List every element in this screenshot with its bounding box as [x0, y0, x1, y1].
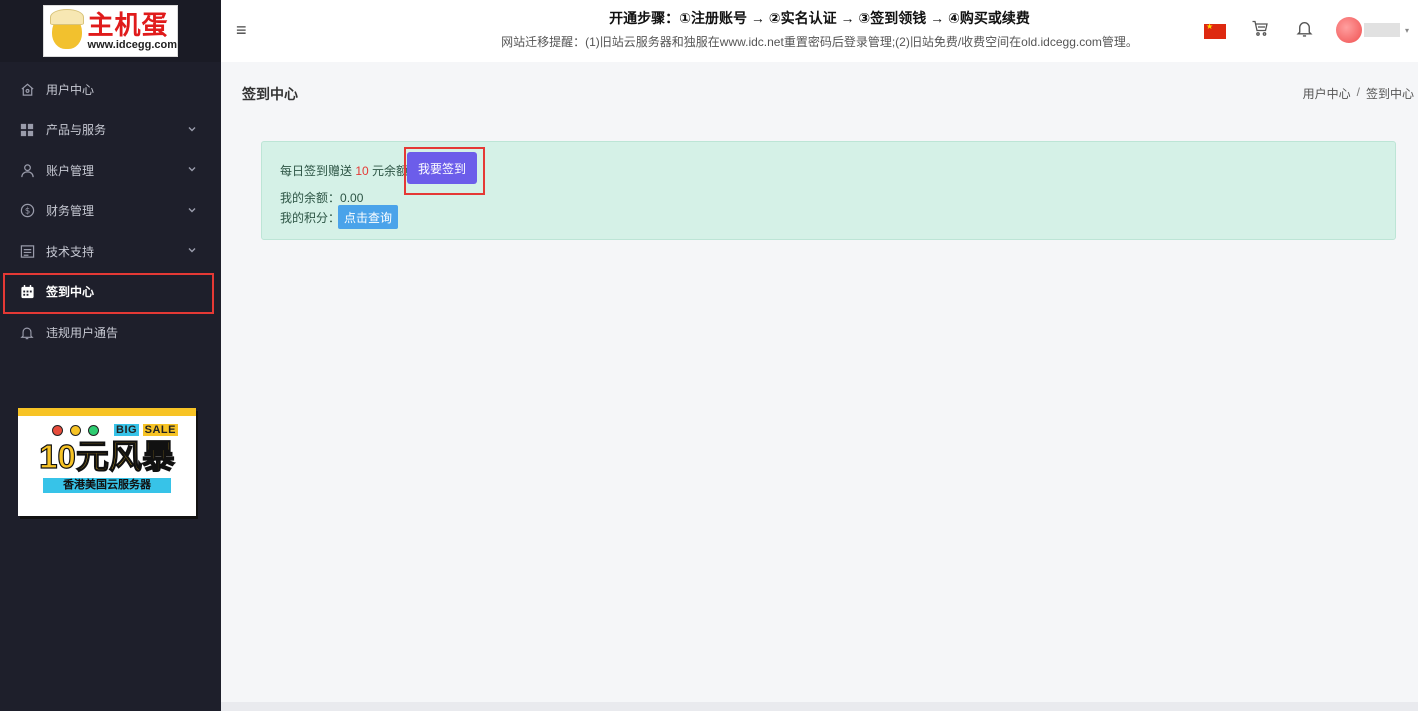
sidebar-item-violation-notice[interactable]: 违规用户通告: [0, 312, 221, 353]
sidebar-item-checkin-center[interactable]: 签到中心: [0, 272, 221, 313]
logo-brand-text: 主机蛋: [87, 9, 169, 40]
notice-title: 开通步骤：①注册账号 → ②实名认证 → ③签到领钱 → ④购买或续费: [609, 10, 1030, 26]
sidebar-item-label: 违规用户通告: [46, 325, 119, 340]
promo-banner[interactable]: BIG SALE 10元风暴 香港美国云服务器: [18, 408, 196, 516]
breadcrumb-separator: /: [1356, 85, 1360, 99]
checkin-button[interactable]: 我要签到: [407, 152, 477, 184]
maximize-dot-icon: [88, 424, 99, 436]
sidebar-item-label: 产品与服务: [46, 123, 107, 138]
big-sale-label: BIG SALE: [114, 424, 178, 436]
breadcrumb-item-user-center[interactable]: 用户中心: [1303, 85, 1351, 102]
sidebar-item-label: 财务管理: [46, 204, 95, 219]
sidebar-item-finance[interactable]: $ 财务管理: [0, 191, 221, 232]
chevron-down-icon: [187, 163, 197, 177]
sidebar-item-products[interactable]: 产品与服务: [0, 110, 221, 151]
points-label: 我的积分：: [280, 211, 341, 225]
bottom-bar: [221, 702, 1418, 711]
sidebar-item-account[interactable]: 账户管理: [0, 150, 221, 191]
close-dot-icon: [52, 424, 63, 436]
page-title: 签到中心: [242, 86, 298, 102]
daily-reward-amount: 10: [355, 164, 369, 178]
sidebar-item-label: 用户中心: [46, 82, 95, 97]
grid-icon: [19, 122, 35, 138]
breadcrumb-item-current: 签到中心: [1365, 87, 1414, 101]
chevron-down-icon: ▾: [1405, 25, 1410, 35]
home-icon: [19, 81, 35, 97]
logo-domain-text: www.idcegg.com: [87, 38, 177, 51]
main-content: 签到中心 用户中心 / 签到中心 每日签到赠送 10 元余额 我要签到 我的余额…: [221, 62, 1418, 702]
user-menu[interactable]: ▾: [1336, 17, 1409, 43]
promo-headline: 10元风暴: [39, 437, 176, 475]
support-icon: [19, 243, 35, 259]
calendar-icon: [19, 284, 35, 300]
query-points-button[interactable]: 点击查询: [338, 205, 398, 229]
balance-value: 0.00: [340, 191, 364, 205]
sidebar-item-label: 账户管理: [46, 163, 95, 178]
sidebar-item-support[interactable]: 技术支持: [0, 231, 221, 272]
cart-icon[interactable]: [1251, 19, 1269, 40]
top-header: ≡ 开通步骤：①注册账号 → ②实名认证 → ③签到领钱 → ④购买或续费 网站…: [221, 0, 1418, 62]
chevron-down-icon: [187, 204, 197, 218]
chevron-down-icon: [187, 123, 197, 137]
notice-subtitle: 网站迁移提醒：(1)旧站云服务器和独服在www.idc.net重置密码后登录管理…: [501, 35, 1138, 49]
china-flag-icon[interactable]: [1204, 22, 1226, 39]
checkin-panel: 每日签到赠送 10 元余额 我要签到 我的余额：0.00 我的积分： 点击查询: [261, 141, 1396, 240]
balance-label: 我的余额：: [280, 191, 341, 205]
daily-reward-text: 每日签到赠送 10 元余额: [280, 164, 409, 178]
promo-subtitle: 香港美国云服务器: [43, 478, 171, 493]
sidebar: 主机蛋 www.idcegg.com 用户中心 产品与服务 账户管理 $ 财务管…: [0, 0, 221, 711]
username-redacted: [1364, 23, 1400, 37]
logo-area: 主机蛋 www.idcegg.com: [0, 0, 221, 62]
breadcrumb: 用户中心 / 签到中心: [1303, 85, 1414, 102]
user-icon: [19, 162, 35, 178]
sidebar-item-label: 技术支持: [46, 244, 95, 259]
svg-text:$: $: [24, 206, 29, 216]
notifications-bell-icon[interactable]: [1296, 19, 1313, 40]
minimize-dot-icon: [70, 424, 81, 436]
egg-chick-icon: [48, 9, 86, 53]
dollar-icon: $: [19, 203, 35, 219]
balance-row: 我的余额：0.00: [280, 189, 363, 206]
sidebar-item-user-center[interactable]: 用户中心: [0, 69, 221, 110]
chevron-down-icon: [187, 244, 197, 258]
avatar: [1336, 17, 1362, 43]
sidebar-menu: 用户中心 产品与服务 账户管理 $ 财务管理 技术支持 签到中心 违规用户通告: [0, 69, 221, 353]
sidebar-item-label: 签到中心: [46, 285, 95, 300]
bell-icon: [19, 324, 35, 340]
site-logo[interactable]: 主机蛋 www.idcegg.com: [43, 5, 178, 57]
